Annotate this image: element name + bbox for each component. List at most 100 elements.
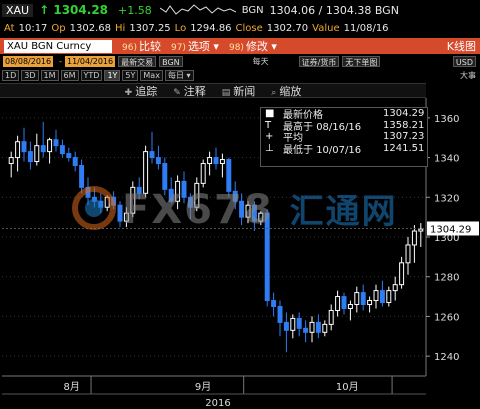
- candle-up: [392, 284, 398, 292]
- legend-value: 1307.23: [383, 131, 425, 143]
- candle-down: [283, 321, 289, 331]
- events-toggle[interactable]: 大事: [460, 70, 476, 81]
- candle-down: [213, 157, 219, 165]
- candle-up: [335, 296, 341, 311]
- legend-row-low: ⊥ 最低于 10/07/16 1241.51: [261, 142, 427, 156]
- field-select[interactable]: 最新交易: [118, 56, 157, 67]
- candle-down: [360, 292, 366, 306]
- price-legend: ■ 最新价格 1304.29 T 最高于 08/16/16 1358.21 + …: [260, 107, 428, 167]
- low-label: Lo: [174, 22, 187, 34]
- candle-up: [328, 309, 334, 325]
- candle-down: [271, 300, 277, 308]
- y-tick-label: 1360: [434, 114, 459, 125]
- security-title[interactable]: XAU BGN Curncy: [4, 39, 112, 53]
- candle-up: [15, 141, 21, 159]
- period-1y[interactable]: 1Y: [104, 70, 121, 81]
- currency-select[interactable]: 证券/货币: [298, 56, 340, 67]
- candle-down: [149, 151, 155, 159]
- ohlc-row: At 10:17 Op 1302.68 Hi 1307.25 Lo 1294.8…: [0, 20, 480, 36]
- candle-down: [66, 153, 72, 159]
- symbol-label[interactable]: XAU: [2, 3, 34, 17]
- low-value: 1294.86: [190, 22, 232, 34]
- x-tick-label: 9月: [195, 381, 211, 393]
- y-tick-label: 1240: [434, 352, 459, 363]
- candle-down: [303, 327, 309, 333]
- legend-value: 1241.51: [383, 142, 425, 154]
- last-marker-icon: ■: [265, 108, 275, 120]
- candle-up: [47, 139, 53, 153]
- options-menu[interactable]: 97) 选项 ▾: [171, 38, 219, 54]
- period-5y[interactable]: 5Y: [122, 70, 139, 81]
- last-price: ↑ 1304.28: [39, 3, 109, 17]
- legend-value: 1304.29: [383, 108, 425, 120]
- candle-up: [418, 228, 424, 232]
- end-date-field[interactable]: 11/04/2016: [65, 56, 116, 67]
- price-change: +1.58: [118, 3, 152, 17]
- close-label: Close: [235, 22, 263, 34]
- candle-up: [207, 157, 213, 165]
- open-value: 1302.68: [69, 22, 111, 34]
- period-1m[interactable]: 1M: [40, 70, 59, 81]
- candle-down: [40, 145, 46, 153]
- candle-down: [277, 306, 283, 323]
- y-tick-label: 1260: [434, 312, 459, 323]
- compare-menu[interactable]: 96) 比较: [122, 38, 161, 54]
- candle-up: [219, 159, 225, 165]
- watermark-latin: FX678: [122, 186, 274, 233]
- date-range-bar: 08/08/2016 - 11/04/2016 最新交易 BGN 每天 证券/货…: [0, 55, 480, 68]
- period-6m[interactable]: 6M: [60, 70, 79, 81]
- watermark-cn: 汇通网: [289, 191, 398, 232]
- candle-down: [296, 317, 302, 329]
- zoom-button[interactable]: ⌕ 缩放: [271, 83, 301, 99]
- legend-value: 1358.21: [383, 119, 425, 131]
- candle-up: [367, 300, 373, 306]
- candle-up: [322, 323, 328, 333]
- period-tabs: 1D 3D 1M 6M YTD 1Y 5Y Max 每日 ▾ 大事: [0, 69, 480, 82]
- mode-select[interactable]: 无下单图: [342, 56, 381, 67]
- x-tick-label: 8月: [63, 381, 79, 393]
- track-button[interactable]: ✚ 追踪: [125, 83, 158, 99]
- price-source: BGN: [241, 4, 264, 16]
- candle-down: [341, 296, 347, 309]
- function-bar: XAU BGN Curncy 96) 比较 97) 选项 ▾ 98) 修改 ▾ K线图: [0, 38, 480, 54]
- candle-down: [155, 157, 161, 165]
- candle-up: [386, 290, 392, 304]
- source-field[interactable]: BGN: [159, 56, 183, 67]
- news-button[interactable]: ▤ 新闻: [222, 83, 256, 99]
- candle-up: [411, 230, 417, 246]
- ccy-field[interactable]: USD: [452, 56, 476, 67]
- candle-down: [379, 290, 385, 304]
- high-label: Hi: [115, 22, 126, 34]
- period-max[interactable]: Max: [140, 70, 163, 81]
- candle-up: [309, 321, 315, 333]
- period-3d[interactable]: 3D: [21, 70, 39, 81]
- period-ytd[interactable]: YTD: [80, 70, 103, 81]
- period-label: 每天: [252, 57, 269, 66]
- frequency-select[interactable]: 每日 ▾: [164, 70, 194, 81]
- chart-actions: ✚ 追踪 ✎ 注释 ▤ 新闻 ⌕ 缩放: [0, 83, 426, 98]
- high-value: 1307.25: [129, 22, 171, 34]
- candle-up: [373, 290, 379, 302]
- sparkline-icon: [159, 4, 236, 15]
- zoom-icon: ⌕: [271, 87, 277, 98]
- period-1d[interactable]: 1D: [2, 70, 20, 81]
- candle-down: [27, 151, 33, 163]
- annotate-icon: ✎: [173, 87, 181, 98]
- candle-down: [59, 145, 65, 155]
- close-value: 1302.70: [266, 22, 309, 34]
- bid-ask: 1304.06 / 1304.38 BGN: [269, 3, 399, 17]
- annotate-button[interactable]: ✎ 注释: [173, 83, 206, 99]
- candle-up: [8, 157, 14, 165]
- edit-menu[interactable]: 98) 修改 ▾: [229, 38, 277, 54]
- candle-up: [347, 304, 353, 309]
- candle-up: [405, 244, 411, 264]
- open-label: Op: [51, 22, 66, 34]
- last-price-label: 1304.29: [430, 224, 471, 235]
- start-date-field[interactable]: 08/08/2016: [3, 56, 54, 67]
- candle-down: [53, 139, 59, 147]
- news-icon: ▤: [221, 87, 231, 98]
- candle-up: [34, 145, 40, 163]
- value-date: 11/08/16: [343, 22, 389, 34]
- low-marker-icon: ⊥: [265, 142, 274, 154]
- chart-type-label[interactable]: K线图: [447, 38, 476, 54]
